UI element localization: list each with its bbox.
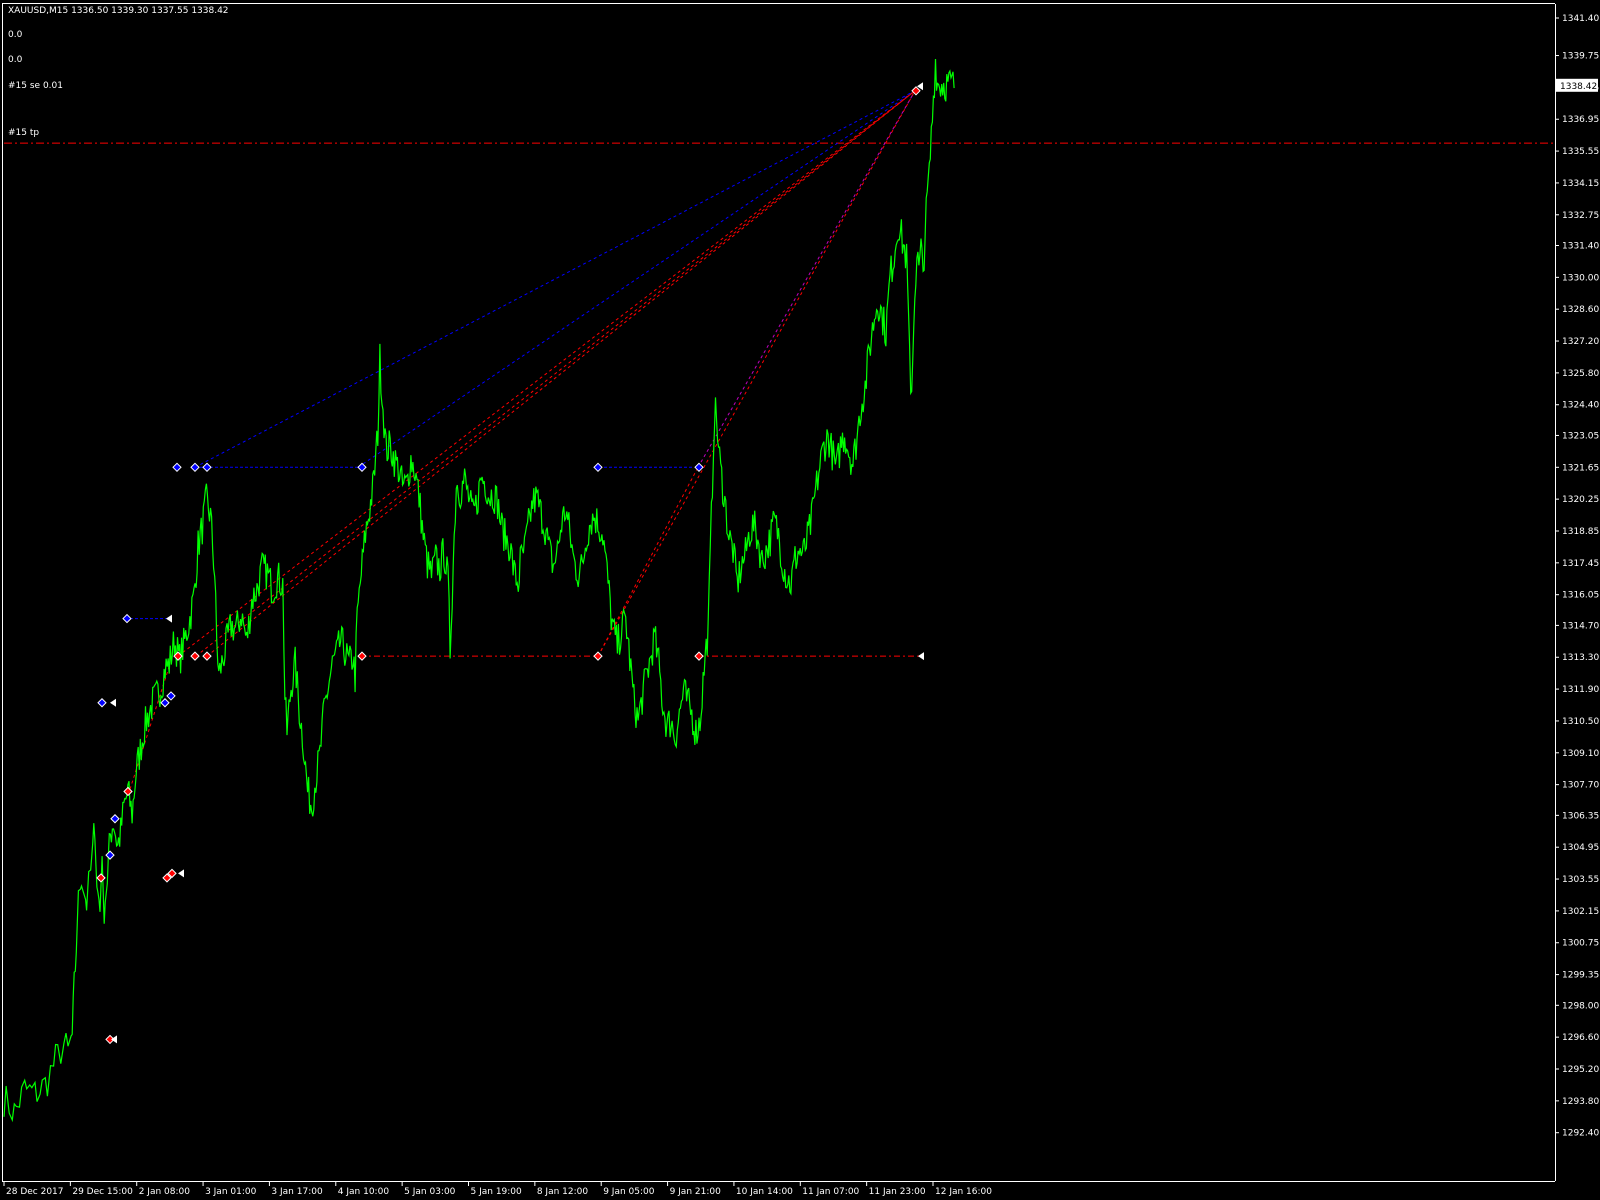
take-profit-label: #15 tp xyxy=(8,128,39,138)
y-tick-label: 1332.75 xyxy=(1562,211,1599,221)
x-tick-label: 4 Jan 10:00 xyxy=(338,1187,390,1197)
y-tick-label: 1317.45 xyxy=(1562,559,1599,569)
y-tick-label: 1293.80 xyxy=(1562,1097,1599,1107)
current-price-tag: 1338.42 xyxy=(1556,78,1598,92)
y-tick-label: 1292.40 xyxy=(1562,1129,1599,1139)
y-tick-label: 1304.95 xyxy=(1562,843,1599,853)
x-tick-label: 5 Jan 19:00 xyxy=(471,1187,523,1197)
x-tick-label: 28 Dec 2017 xyxy=(6,1187,64,1197)
x-tick-label: 12 Jan 16:00 xyxy=(935,1187,992,1197)
y-tick-label: 1302.15 xyxy=(1562,907,1599,917)
y-tick-label: 1310.50 xyxy=(1562,717,1599,727)
y-tick-label: 1334.15 xyxy=(1562,179,1599,189)
x-tick-label: 8 Jan 12:00 xyxy=(537,1187,589,1197)
indicator-line-1: 0.0 xyxy=(8,30,23,40)
x-tick-label: 5 Jan 03:00 xyxy=(404,1187,456,1197)
y-tick-label: 1327.20 xyxy=(1562,337,1599,347)
y-tick-label: 1313.30 xyxy=(1562,653,1599,663)
x-tick-label: 11 Jan 07:00 xyxy=(802,1187,859,1197)
price-chart[interactable]: 1341.401339.751338.351336.951335.551334.… xyxy=(0,0,1600,1200)
x-tick-label: 3 Jan 01:00 xyxy=(205,1187,257,1197)
y-tick-label: 1316.05 xyxy=(1562,591,1599,601)
chart-background xyxy=(0,0,1600,1200)
y-tick-label: 1331.40 xyxy=(1562,241,1599,251)
y-tick-label: 1303.55 xyxy=(1562,875,1599,885)
sell-order-label: #15 se 0.01 xyxy=(8,81,63,91)
x-tick-label: 9 Jan 21:00 xyxy=(670,1187,722,1197)
x-tick-label: 11 Jan 23:00 xyxy=(869,1187,926,1197)
y-tick-label: 1295.20 xyxy=(1562,1065,1599,1075)
y-tick-label: 1323.05 xyxy=(1562,431,1599,441)
indicator-line-2: 0.0 xyxy=(8,55,23,65)
x-tick-label: 3 Jan 17:00 xyxy=(271,1187,323,1197)
y-tick-label: 1335.55 xyxy=(1562,147,1599,157)
y-tick-label: 1307.70 xyxy=(1562,781,1599,791)
y-tick-label: 1324.40 xyxy=(1562,401,1599,411)
y-tick-label: 1296.60 xyxy=(1562,1033,1599,1043)
y-tick-label: 1298.00 xyxy=(1562,1001,1599,1011)
y-tick-label: 1314.70 xyxy=(1562,621,1599,631)
y-tick-label: 1336.95 xyxy=(1562,115,1599,125)
x-tick-label: 10 Jan 14:00 xyxy=(736,1187,793,1197)
y-tick-label: 1306.35 xyxy=(1562,811,1599,821)
y-tick-label: 1321.65 xyxy=(1562,463,1599,473)
x-tick-label: 2 Jan 08:00 xyxy=(139,1187,191,1197)
y-tick-label: 1300.75 xyxy=(1562,939,1599,949)
x-tick-label: 29 Dec 15:00 xyxy=(72,1187,133,1197)
y-tick-label: 1299.35 xyxy=(1562,971,1599,981)
y-tick-label: 1311.90 xyxy=(1562,685,1599,695)
y-tick-label: 1330.00 xyxy=(1562,273,1599,283)
symbol-header: XAUUSD,M15 1336.50 1339.30 1337.55 1338.… xyxy=(8,6,229,16)
y-tick-label: 1320.25 xyxy=(1562,495,1599,505)
current-price-value: 1338.42 xyxy=(1560,82,1597,92)
y-tick-label: 1328.60 xyxy=(1562,305,1599,315)
y-tick-label: 1309.10 xyxy=(1562,749,1599,759)
y-tick-label: 1341.40 xyxy=(1562,14,1599,24)
x-tick-label: 9 Jan 05:00 xyxy=(603,1187,655,1197)
y-tick-label: 1325.80 xyxy=(1562,369,1599,379)
y-tick-label: 1339.75 xyxy=(1562,52,1599,62)
y-tick-label: 1318.85 xyxy=(1562,527,1599,537)
